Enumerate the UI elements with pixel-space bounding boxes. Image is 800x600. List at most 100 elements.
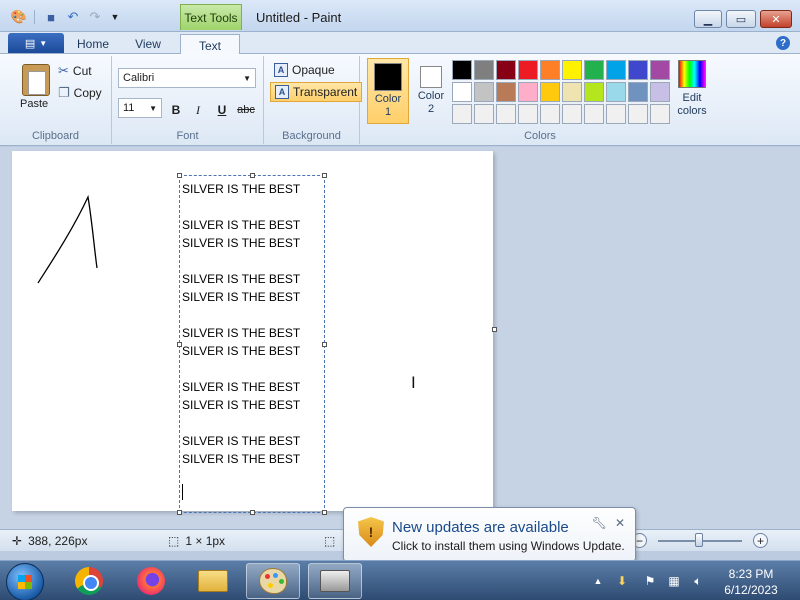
paint-menu-button[interactable]: ▤ ▼: [8, 33, 64, 53]
text-box[interactable]: SILVER IS THE BEST SILVER IS THE BEST SI…: [177, 173, 327, 515]
resize-handle[interactable]: [177, 173, 182, 178]
drawing-canvas[interactable]: SILVER IS THE BEST SILVER IS THE BEST SI…: [12, 151, 493, 515]
color2-button[interactable]: Color 2: [410, 58, 452, 124]
resize-handle[interactable]: [322, 510, 327, 515]
taskbar: ▲ ⬇ ⚑ ▦ 🔈︎ 8:23 PM 6/12/2023: [0, 560, 800, 600]
italic-button[interactable]: I: [188, 100, 208, 120]
text-caret: [182, 484, 183, 500]
taskbar-printer[interactable]: [308, 563, 362, 599]
palette-swatch[interactable]: [452, 60, 472, 80]
palette-swatch[interactable]: [650, 104, 670, 124]
show-hidden-icons[interactable]: ▲: [590, 573, 606, 589]
resize-handle[interactable]: [177, 342, 182, 347]
palette-swatch[interactable]: [584, 60, 604, 80]
minimize-button[interactable]: ▁: [694, 10, 722, 28]
tab-view[interactable]: View: [124, 34, 172, 54]
update-notification[interactable]: ! New updates are available Click to ins…: [343, 507, 636, 572]
taskbar-chrome[interactable]: [62, 563, 116, 599]
palette-swatch[interactable]: [562, 60, 582, 80]
paint-app-icon[interactable]: 🎨: [10, 8, 28, 26]
palette-swatch[interactable]: [584, 104, 604, 124]
color1-button[interactable]: Color 1: [367, 58, 409, 124]
palette-swatch[interactable]: [518, 82, 538, 102]
transparent-option[interactable]: A Transparent: [270, 82, 363, 102]
clipboard-group: Paste ✂ Cut ❐ Copy Clipboard: [0, 56, 112, 144]
copy-button[interactable]: ❐ Copy: [58, 84, 102, 102]
bold-button[interactable]: B: [166, 100, 186, 120]
resize-handle[interactable]: [322, 342, 327, 347]
underline-button[interactable]: U: [212, 100, 232, 120]
edit-colors-button[interactable]: Edit colors: [674, 60, 710, 118]
tab-text[interactable]: Text: [180, 34, 240, 56]
scissors-icon: ✂: [58, 63, 69, 78]
image-size-icon: ⬚: [324, 534, 336, 548]
font-size-select[interactable]: 11 ▼: [118, 98, 162, 118]
palette-swatch[interactable]: [496, 82, 516, 102]
undo-icon[interactable]: ↶: [64, 8, 82, 26]
palette-swatch[interactable]: [496, 104, 516, 124]
printer-icon: [320, 570, 350, 592]
start-button[interactable]: [6, 563, 44, 600]
font-family-select[interactable]: Calibri ▼: [118, 68, 256, 88]
palette-swatch[interactable]: [628, 82, 648, 102]
opaque-option[interactable]: A Opaque: [270, 60, 339, 80]
strikethrough-button[interactable]: abc: [234, 100, 258, 120]
palette-swatch[interactable]: [452, 82, 472, 102]
taskbar-paint[interactable]: [246, 563, 300, 599]
action-center-icon[interactable]: ⚑: [642, 573, 658, 589]
cut-button[interactable]: ✂ Cut: [58, 62, 92, 80]
resize-handle[interactable]: [250, 510, 255, 515]
palette-swatch[interactable]: [606, 104, 626, 124]
paste-button[interactable]: Paste: [12, 58, 58, 118]
network-icon[interactable]: ▦: [666, 573, 682, 589]
palette-swatch[interactable]: [628, 104, 648, 124]
palette-swatch[interactable]: [628, 60, 648, 80]
palette-swatch[interactable]: [474, 60, 494, 80]
paint-icon: [259, 568, 287, 594]
palette-swatch[interactable]: [474, 104, 494, 124]
canvas-resize-handle[interactable]: [492, 327, 497, 332]
volume-icon[interactable]: 🔈︎: [690, 573, 706, 589]
wrench-icon[interactable]: 🔧︎: [592, 516, 607, 530]
crosshair-icon: ✛: [12, 534, 23, 548]
palette-swatch[interactable]: [540, 82, 560, 102]
palette-swatch[interactable]: [650, 60, 670, 80]
palette-swatch[interactable]: [518, 104, 538, 124]
palette-swatch[interactable]: [540, 60, 560, 80]
close-button[interactable]: ✕: [760, 10, 792, 28]
separator: [34, 10, 35, 24]
save-icon[interactable]: ■: [42, 8, 60, 26]
palette-swatch[interactable]: [606, 60, 626, 80]
resize-handle[interactable]: [250, 173, 255, 178]
palette-swatch[interactable]: [562, 82, 582, 102]
cursor-position: ✛ 388, 226px: [12, 534, 87, 548]
taskbar-firefox[interactable]: [124, 563, 178, 599]
tab-home[interactable]: Home: [68, 34, 118, 54]
palette-swatch[interactable]: [606, 82, 626, 102]
palette-swatch[interactable]: [540, 104, 560, 124]
close-icon[interactable]: ✕: [615, 516, 625, 530]
palette-swatch[interactable]: [518, 60, 538, 80]
windows-update-icon[interactable]: ⬇: [614, 573, 630, 589]
palette-swatch[interactable]: [650, 82, 670, 102]
maximize-button[interactable]: ▭: [726, 10, 756, 28]
resize-handle[interactable]: [322, 173, 327, 178]
palette-swatch[interactable]: [474, 82, 494, 102]
taskbar-explorer[interactable]: [186, 563, 240, 599]
palette-swatch[interactable]: [584, 82, 604, 102]
palette-swatch[interactable]: [452, 104, 472, 124]
customize-quick-access-icon[interactable]: ▼: [106, 8, 124, 26]
palette-swatch[interactable]: [496, 60, 516, 80]
zoom-slider-thumb[interactable]: [695, 533, 703, 547]
taskbar-clock[interactable]: 8:23 PM 6/12/2023: [716, 566, 786, 598]
redo-icon[interactable]: ↷: [86, 8, 104, 26]
resize-handle[interactable]: [177, 510, 182, 515]
selection-size: ⬚ 1 × 1px: [168, 534, 225, 548]
text-box-content[interactable]: SILVER IS THE BEST SILVER IS THE BEST SI…: [182, 180, 300, 468]
font-group-label: Font: [176, 130, 199, 142]
chrome-icon: [75, 567, 103, 595]
color2-label: Color 2: [417, 90, 445, 115]
palette-swatch[interactable]: [562, 104, 582, 124]
help-icon[interactable]: ?: [776, 36, 790, 50]
zoom-in-button[interactable]: +: [753, 533, 768, 548]
